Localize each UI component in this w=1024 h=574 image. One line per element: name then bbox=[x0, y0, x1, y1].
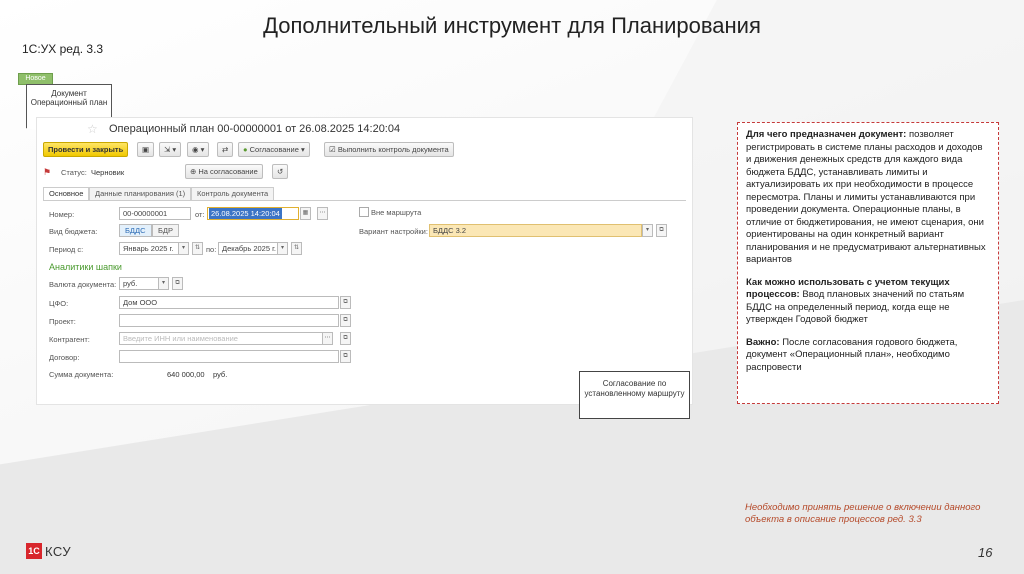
calendar-icon[interactable]: ▦ bbox=[300, 207, 311, 220]
counterparty-field[interactable]: Введите ИНН или наименование bbox=[119, 332, 323, 345]
cfo-field[interactable]: Дом ООО bbox=[119, 296, 339, 309]
sum-currency: руб. bbox=[213, 370, 228, 379]
approval-icon: ● bbox=[243, 145, 248, 154]
settings-variant-open-icon[interactable]: ⧉ bbox=[656, 224, 667, 237]
tab-planning-data[interactable]: Данные планирования (1) bbox=[89, 187, 192, 200]
period-to-stepper-icon[interactable]: ⇅ bbox=[291, 242, 302, 255]
info-usage: Как можно использовать с учетом текущих … bbox=[746, 277, 990, 327]
slide-title: Дополнительный инструмент для Планирован… bbox=[263, 13, 761, 38]
date-field[interactable]: 26.08.2025 14:20:04 bbox=[207, 207, 299, 220]
info-important: Важно: После согласования годового бюдже… bbox=[746, 337, 990, 375]
info-purpose-text: позволяет регистрировать в системе планы… bbox=[746, 129, 986, 265]
new-tag: Новое bbox=[18, 73, 53, 85]
history-icon[interactable]: ↺ bbox=[272, 164, 289, 179]
counterparty-label: Контрагент: bbox=[49, 335, 90, 344]
cfo-label: ЦФО: bbox=[49, 299, 69, 308]
tab-document-control[interactable]: Контроль документа bbox=[191, 187, 275, 200]
budget-bdds-toggle[interactable]: БДДС bbox=[119, 224, 152, 237]
sum-label: Сумма документа: bbox=[49, 370, 114, 379]
tab-main[interactable]: Основное bbox=[43, 187, 90, 200]
approval-label: Согласование bbox=[249, 145, 299, 154]
check-icon: ☑ bbox=[329, 145, 336, 154]
outside-route-label: Вне маршрута bbox=[371, 208, 422, 217]
period-to-label: по: bbox=[206, 245, 217, 254]
page-number: 16 bbox=[978, 545, 993, 560]
settings-variant-field[interactable]: БДДС 3.2 bbox=[429, 224, 642, 237]
period-from-dropdown-icon[interactable]: ▾ bbox=[178, 242, 189, 255]
to-approval-icon: ⊕ bbox=[190, 167, 197, 176]
company-logo: 1С КСУ bbox=[26, 543, 71, 559]
logo-mark: 1С bbox=[26, 543, 42, 559]
info-purpose-heading: Для чего предназначен документ: bbox=[746, 129, 907, 140]
to-approval-button[interactable]: ⊕ На согласование bbox=[185, 164, 263, 179]
flag-icon: ⚑ bbox=[43, 167, 52, 177]
sum-value: 640 000,00 bbox=[167, 370, 205, 379]
tab-divider bbox=[43, 200, 686, 201]
contract-open-icon[interactable]: ⧉ bbox=[340, 350, 351, 363]
period-from-field[interactable]: Январь 2025 г. bbox=[119, 242, 183, 255]
currency-field[interactable]: руб. bbox=[119, 277, 163, 290]
create-based-on-icon[interactable]: ⇲ ▾ bbox=[159, 142, 182, 157]
window-title: Операционный план 00-00000001 от 26.08.2… bbox=[109, 123, 401, 135]
settings-variant-label: Вариант настройки: bbox=[359, 227, 428, 236]
post-and-close-button[interactable]: Провести и закрыть bbox=[43, 142, 129, 157]
contract-label: Договор: bbox=[49, 353, 80, 362]
project-open-icon[interactable]: ⧉ bbox=[340, 314, 351, 327]
slide-subtitle: 1С:УХ ред. 3.3 bbox=[22, 42, 104, 56]
number-field[interactable]: 00-00000001 bbox=[119, 207, 191, 220]
status-value: Черновик bbox=[91, 168, 125, 177]
save-icon[interactable]: ▣ bbox=[137, 142, 155, 157]
currency-label: Валюта документа: bbox=[49, 280, 117, 289]
status-label: Статус: bbox=[61, 168, 87, 177]
budget-type-label: Вид бюджета: bbox=[49, 227, 98, 236]
period-to-dropdown-icon[interactable]: ▾ bbox=[277, 242, 288, 255]
run-check-label: Выполнить контроль документа bbox=[337, 145, 449, 154]
currency-open-icon[interactable]: ⧉ bbox=[172, 277, 183, 290]
counterparty-open-icon[interactable]: ⧉ bbox=[340, 332, 351, 345]
period-to-field[interactable]: Декабрь 2025 г. bbox=[218, 242, 282, 255]
date-label: от: bbox=[195, 210, 205, 219]
info-important-heading: Важно: bbox=[746, 336, 780, 348]
date-value: 26.08.2025 14:20:04 bbox=[209, 208, 282, 219]
project-label: Проект: bbox=[49, 317, 76, 326]
counterparty-select-icon[interactable]: ⋯ bbox=[322, 332, 333, 345]
project-field[interactable] bbox=[119, 314, 339, 327]
settings-variant-dropdown-icon[interactable]: ▾ bbox=[642, 224, 653, 237]
info-purpose: Для чего предназначен документ: позволяе… bbox=[746, 129, 990, 267]
cfo-open-icon[interactable]: ⧉ bbox=[340, 296, 351, 309]
header-analytics-heading: Аналитики шапки bbox=[49, 262, 122, 272]
report-dropdown-icon[interactable]: ◉ ▾ bbox=[187, 142, 210, 157]
document-window: ☆ Операционный план 00-00000001 от 26.08… bbox=[36, 117, 693, 405]
period-from-stepper-icon[interactable]: ⇅ bbox=[192, 242, 203, 255]
date-extra-icon[interactable]: ⋯ bbox=[317, 207, 328, 220]
contract-field[interactable] bbox=[119, 350, 339, 363]
to-approval-label: На согласование bbox=[198, 167, 258, 176]
flowchart-approval-route-shape: Согласование по установленному маршруту bbox=[579, 371, 690, 419]
run-check-button[interactable]: ☑ Выполнить контроль документа bbox=[324, 142, 454, 157]
info-callout: Для чего предназначен документ: позволяе… bbox=[737, 122, 999, 404]
logo-text: КСУ bbox=[45, 543, 72, 559]
approval-button[interactable]: ● Согласование ▾ bbox=[238, 142, 310, 157]
decision-note: Необходимо принять решение о включении д… bbox=[745, 502, 981, 525]
period-from-label: Период с: bbox=[49, 245, 84, 254]
budget-bdr-toggle[interactable]: БДР bbox=[152, 224, 180, 237]
number-label: Номер: bbox=[49, 210, 75, 219]
outside-route-checkbox[interactable] bbox=[359, 207, 369, 217]
currency-dropdown-icon[interactable]: ▾ bbox=[158, 277, 169, 290]
structure-icon[interactable]: ⇄ bbox=[217, 142, 234, 157]
favorite-star-icon[interactable]: ☆ bbox=[87, 122, 98, 136]
